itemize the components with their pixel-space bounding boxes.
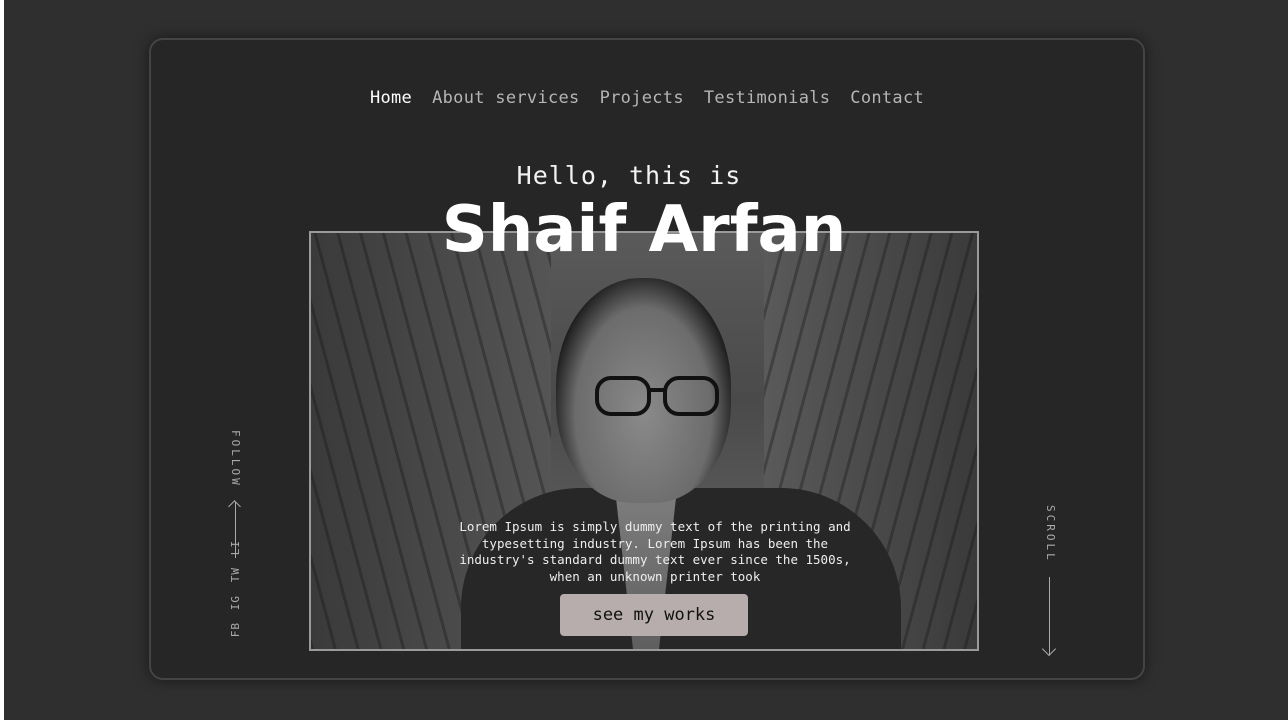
hero-name: Shaif Arfan <box>441 193 847 267</box>
nav-item-home[interactable]: Home <box>370 88 412 108</box>
hero-portrait-photo <box>309 231 979 651</box>
scroll-label: SCROLL <box>1044 505 1057 563</box>
arrow-left-icon <box>228 500 241 513</box>
see-my-works-button[interactable]: see my works <box>560 594 748 636</box>
nav-item-contact[interactable]: Contact <box>850 88 924 108</box>
nav-item-about-services[interactable]: About services <box>432 88 580 108</box>
hero-greeting: Hello, this is <box>516 161 742 190</box>
social-link-li[interactable]: LI <box>229 540 242 555</box>
follow-label: FOLLOW <box>229 430 242 488</box>
social-link-fb[interactable]: FB <box>229 622 242 637</box>
scroll-indicator[interactable]: SCROLL <box>1040 505 1062 657</box>
social-link-tw[interactable]: TW <box>229 567 242 582</box>
main-nav: Home About services Projects Testimonial… <box>151 88 1143 108</box>
hero-description: Lorem Ipsum is simply dummy text of the … <box>459 519 851 584</box>
social-link-ig[interactable]: IG <box>229 595 242 610</box>
nav-item-projects[interactable]: Projects <box>600 88 684 108</box>
social-links: LI TW IG FB <box>229 540 242 637</box>
arrow-down-icon <box>1041 641 1057 657</box>
photo-glasses <box>595 376 719 416</box>
nav-item-testimonials[interactable]: Testimonials <box>704 88 830 108</box>
